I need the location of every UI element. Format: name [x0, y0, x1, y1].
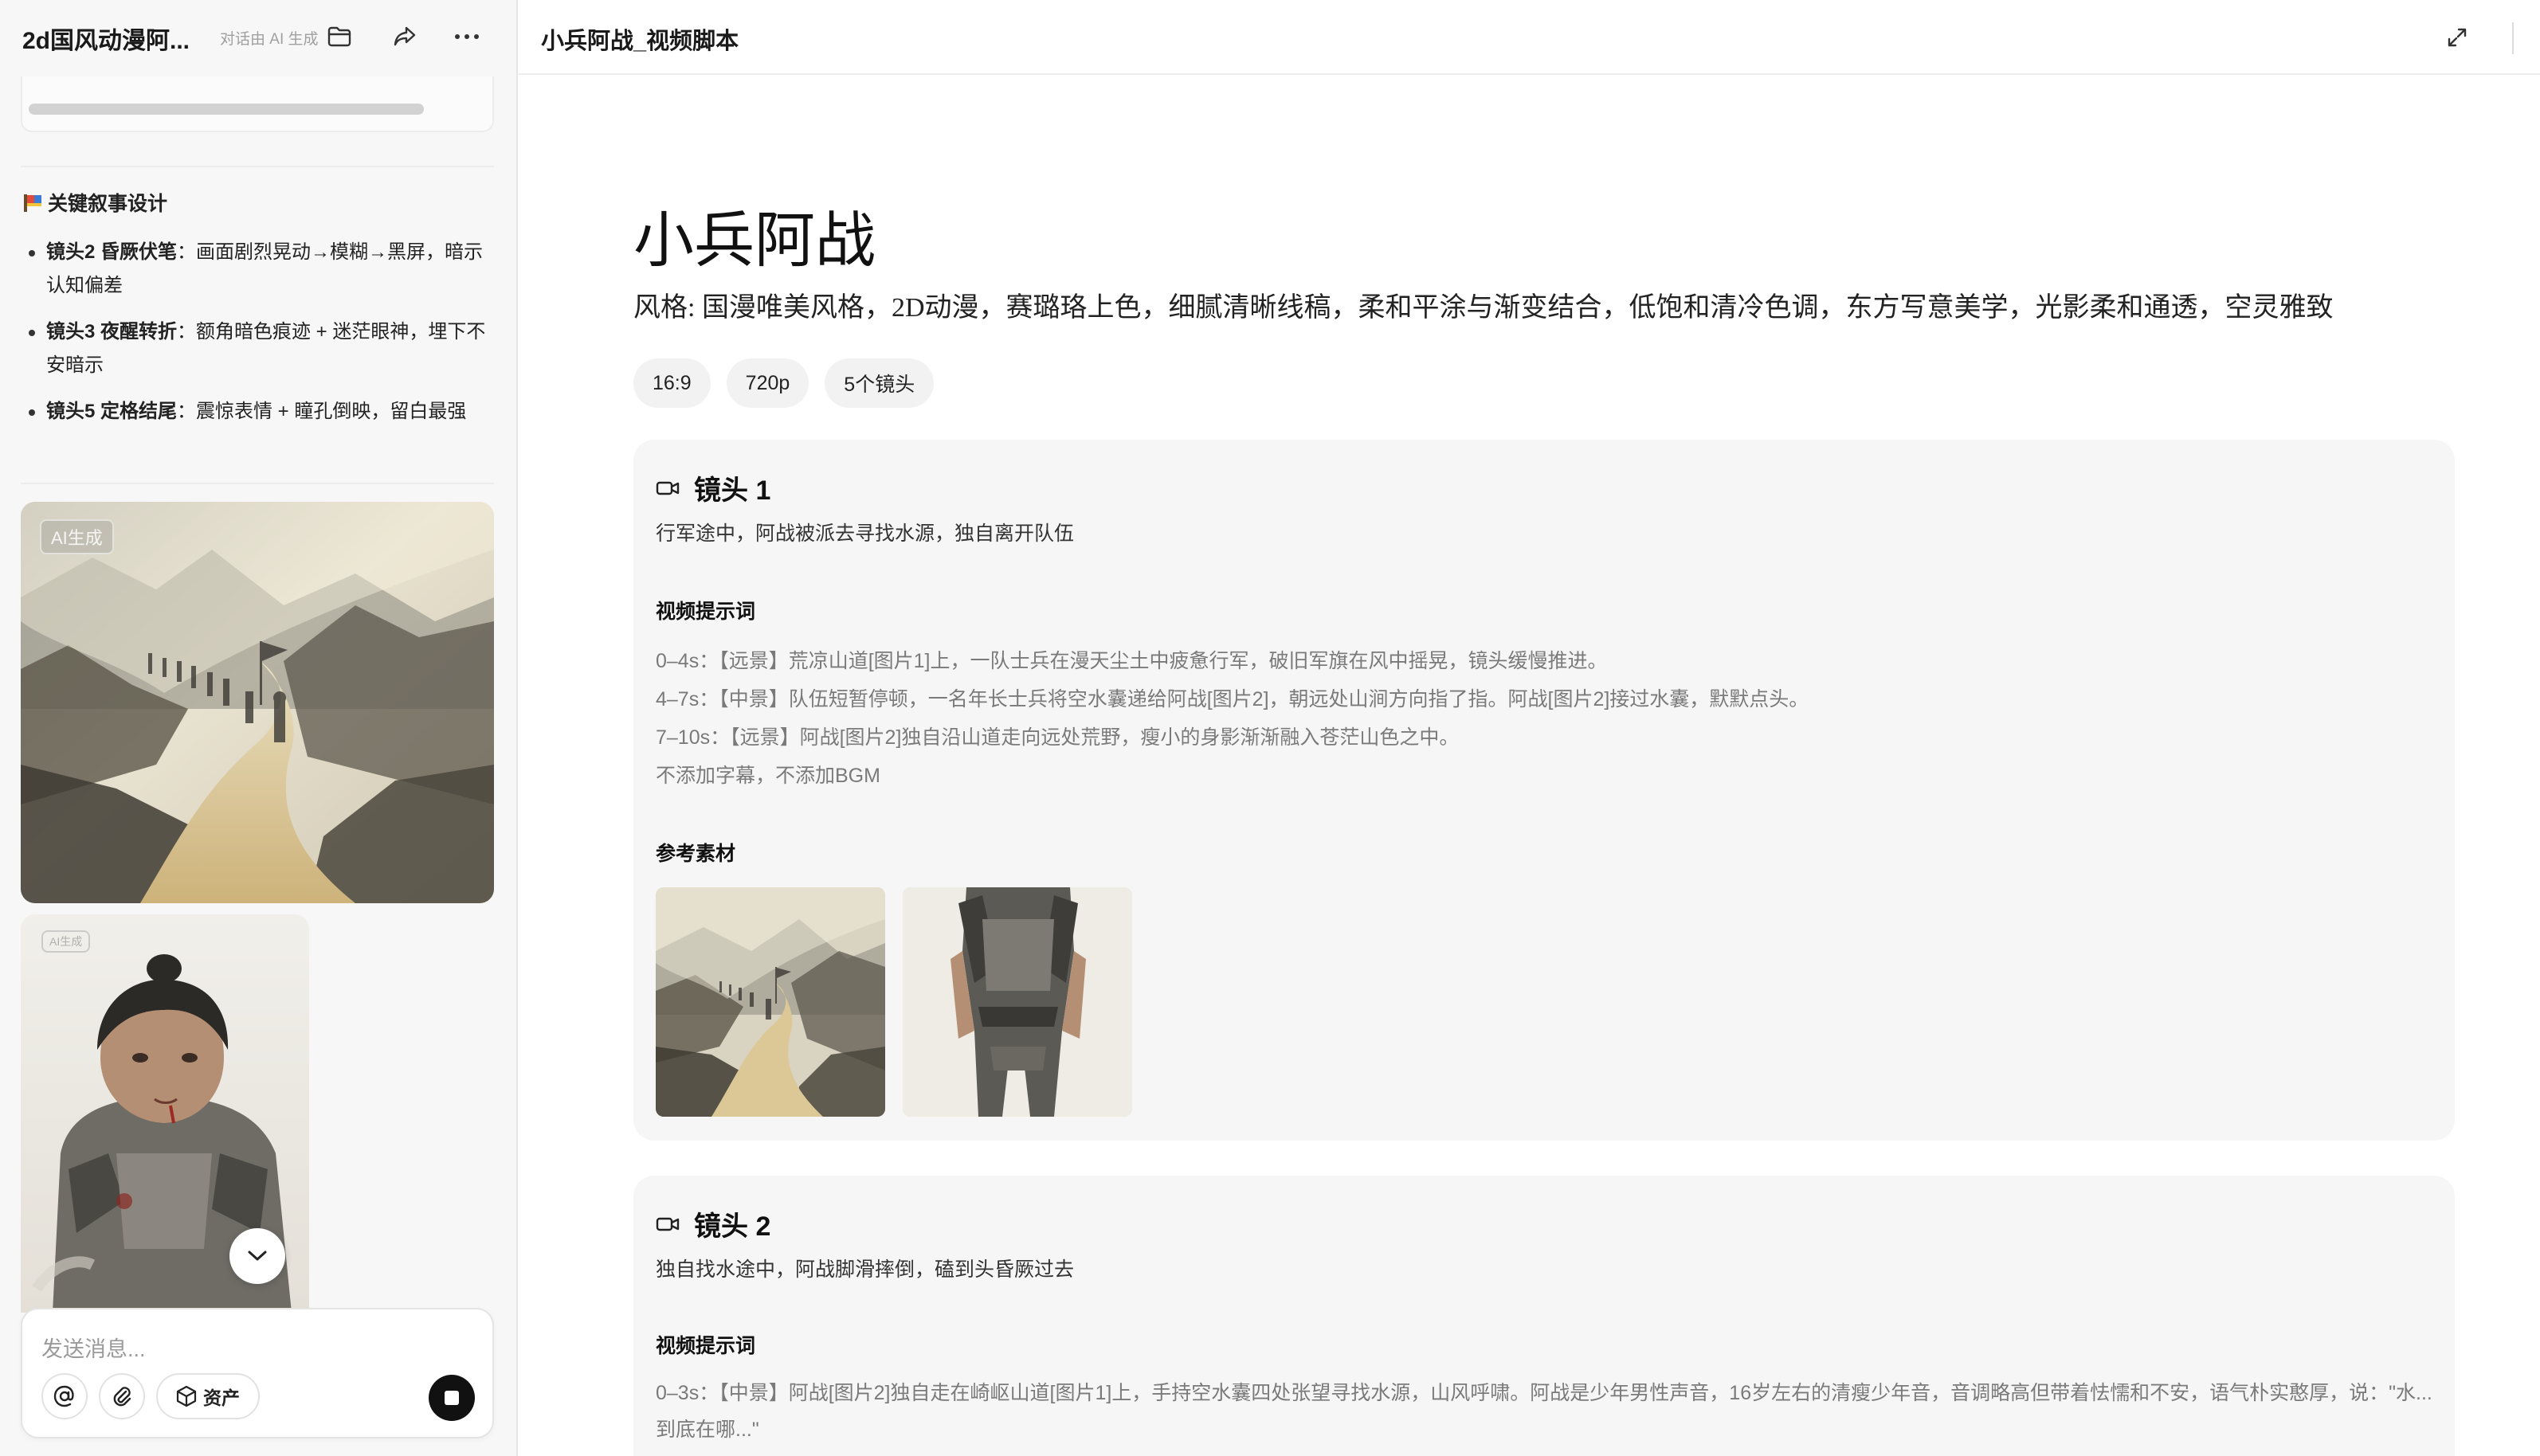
message-composer: 发送消息... 资产: [21, 1308, 494, 1438]
document-tab-title: 小兵阿战_视频脚本: [541, 29, 739, 54]
prompt-line: 不添加字幕，不添加BGM: [656, 765, 880, 787]
at-sign-icon: [53, 1385, 74, 1407]
reference-image-character[interactable]: [903, 887, 1132, 1117]
resolution-chip: 720p: [726, 358, 809, 408]
scroll-to-bottom-button[interactable]: [229, 1228, 285, 1284]
generated-image-landscape[interactable]: AI生成: [21, 502, 494, 903]
chevron-down-icon: [248, 1251, 267, 1261]
reference-image-landscape[interactable]: [656, 887, 885, 1117]
more-options-icon[interactable]: [449, 19, 484, 54]
shot-description: 行军途中，阿战被派去寻找水源，独自离开队伍: [656, 523, 1075, 545]
style-description: 风格: 国漫唯美风格，2D动漫，赛璐珞上色，细腻清晰线稿，柔和平涂与渐变结合，低…: [633, 293, 2334, 323]
task-progress-card: [21, 76, 494, 132]
shot-count-chip: 5个镜头: [825, 358, 935, 408]
shot-card-2: 镜头 2 独自找水途中，阿战脚滑摔倒，磕到头昏厥过去 视频提示词 0–3s：【中…: [633, 1176, 2455, 1456]
prompt-heading: 视频提示词: [656, 1335, 756, 1357]
paperclip-icon: [113, 1387, 131, 1407]
section-title: 关键叙事设计: [48, 193, 168, 215]
message-input[interactable]: 发送消息...: [41, 1332, 472, 1363]
aspect-ratio-chip: 16:9: [633, 358, 711, 408]
prompt-line: 4–7s：【中景】队伍短暂停顿，一名年长士兵将空水囊递给阿战[图片2]，朝远处山…: [656, 688, 1809, 710]
attach-button[interactable]: [99, 1373, 145, 1419]
ai-generated-badge: AI生成: [41, 930, 91, 953]
references-heading: 参考素材: [656, 843, 736, 865]
document-viewer: 小兵阿战_视频脚本 小兵阿战 风格: 国漫唯美风格，2D动漫，赛璐珞上色，细腻清…: [519, 0, 2540, 1456]
list-item: 镜头2 昏厥伏笔：画面剧烈晃动→模糊→黑屏，暗示认知偏差: [22, 236, 497, 303]
bullet-label: 镜头3 夜醒转折: [46, 321, 178, 342]
prompt-lines: 0–4s：【远景】荒凉山道[图片1]上，一队士兵在漫天尘土中疲惫行军，破旧军旗在…: [656, 642, 2432, 795]
chat-sidebar: 2d国风动漫阿... 对话由 AI 生成 关键叙事设计 镜头2 昏厥伏笔：画面剧…: [0, 0, 518, 1456]
assets-label: 资产: [203, 1388, 240, 1408]
assets-button[interactable]: 资产: [156, 1373, 260, 1419]
conversation-title[interactable]: 2d国风动漫阿...: [22, 21, 207, 56]
divider: [21, 166, 494, 167]
progress-bar: [29, 104, 424, 115]
prompt-line: 7–10s：【远景】阿战[图片2]独自沿山道走向远处荒野，瘦小的身影渐渐融入苍茫…: [656, 726, 1460, 749]
narrative-section-heading: 关键叙事设计: [22, 188, 167, 217]
shot-title: 镜头 2: [694, 1211, 771, 1242]
video-camera-icon: [656, 481, 680, 495]
spec-chips: 16:9 720p 5个镜头: [633, 358, 935, 408]
shot-card-1: 镜头 1 行军途中，阿战被派去寻找水源，独自离开队伍 视频提示词 0–4s：【远…: [633, 440, 2455, 1141]
document-title: 小兵阿战: [633, 205, 876, 276]
bullet-label: 镜头5 定格结尾: [46, 401, 178, 422]
chat-header: 2d国风动漫阿... 对话由 AI 生成: [0, 0, 516, 73]
bullet-label: 镜头2 昏厥伏笔: [46, 241, 178, 263]
shot-description: 独自找水途中，阿战脚滑摔倒，磕到头昏厥过去: [656, 1258, 1075, 1281]
video-camera-icon: [656, 1217, 680, 1231]
prompt-lines: 0–3s：【中景】阿战[图片2]独自走在崎岖山道[图片1]上，手持空水囊四处张望…: [656, 1375, 2432, 1448]
prompt-line: 0–4s：【远景】荒凉山道[图片1]上，一队士兵在漫天尘土中疲惫行军，破旧军旗在…: [656, 650, 1608, 672]
prompt-heading: 视频提示词: [656, 601, 756, 623]
list-item: 镜头3 夜醒转折：额角暗色痕迹 + 迷茫眼神，埋下不安暗示: [22, 315, 497, 382]
bullet-text: ：震惊表情 + 瞳孔倒映，留白最强: [177, 401, 467, 422]
ai-generated-note: 对话由 AI 生成: [220, 31, 319, 48]
shot-heading: 镜头 2: [656, 1204, 770, 1243]
ai-generated-badge: AI生成: [40, 519, 114, 554]
mention-button[interactable]: [41, 1373, 88, 1419]
prompt-line: 0–3s：【中景】阿战[图片2]独自走在崎岖山道[图片1]上，手持空水囊四处张望…: [656, 1382, 2432, 1441]
narrative-bullets: 镜头2 昏厥伏笔：画面剧烈晃动→模糊→黑屏，暗示认知偏差 镜头3 夜醒转折：额角…: [22, 236, 497, 441]
document-header: 小兵阿战_视频脚本: [519, 0, 2540, 75]
panel-edge: [2512, 22, 2514, 54]
shot-heading: 镜头 1: [656, 468, 770, 507]
stop-icon: [445, 1391, 459, 1405]
film-flag-icon: [22, 192, 43, 213]
shot-title: 镜头 1: [694, 476, 771, 506]
cube-icon: [176, 1385, 197, 1407]
divider: [21, 483, 494, 484]
folder-icon[interactable]: [322, 19, 357, 54]
list-item: 镜头5 定格结尾：震惊表情 + 瞳孔倒映，留白最强: [22, 395, 497, 429]
reference-images: [656, 887, 1132, 1117]
expand-icon[interactable]: [2439, 19, 2475, 56]
stop-generation-button[interactable]: [429, 1375, 475, 1421]
share-icon[interactable]: [387, 19, 422, 54]
